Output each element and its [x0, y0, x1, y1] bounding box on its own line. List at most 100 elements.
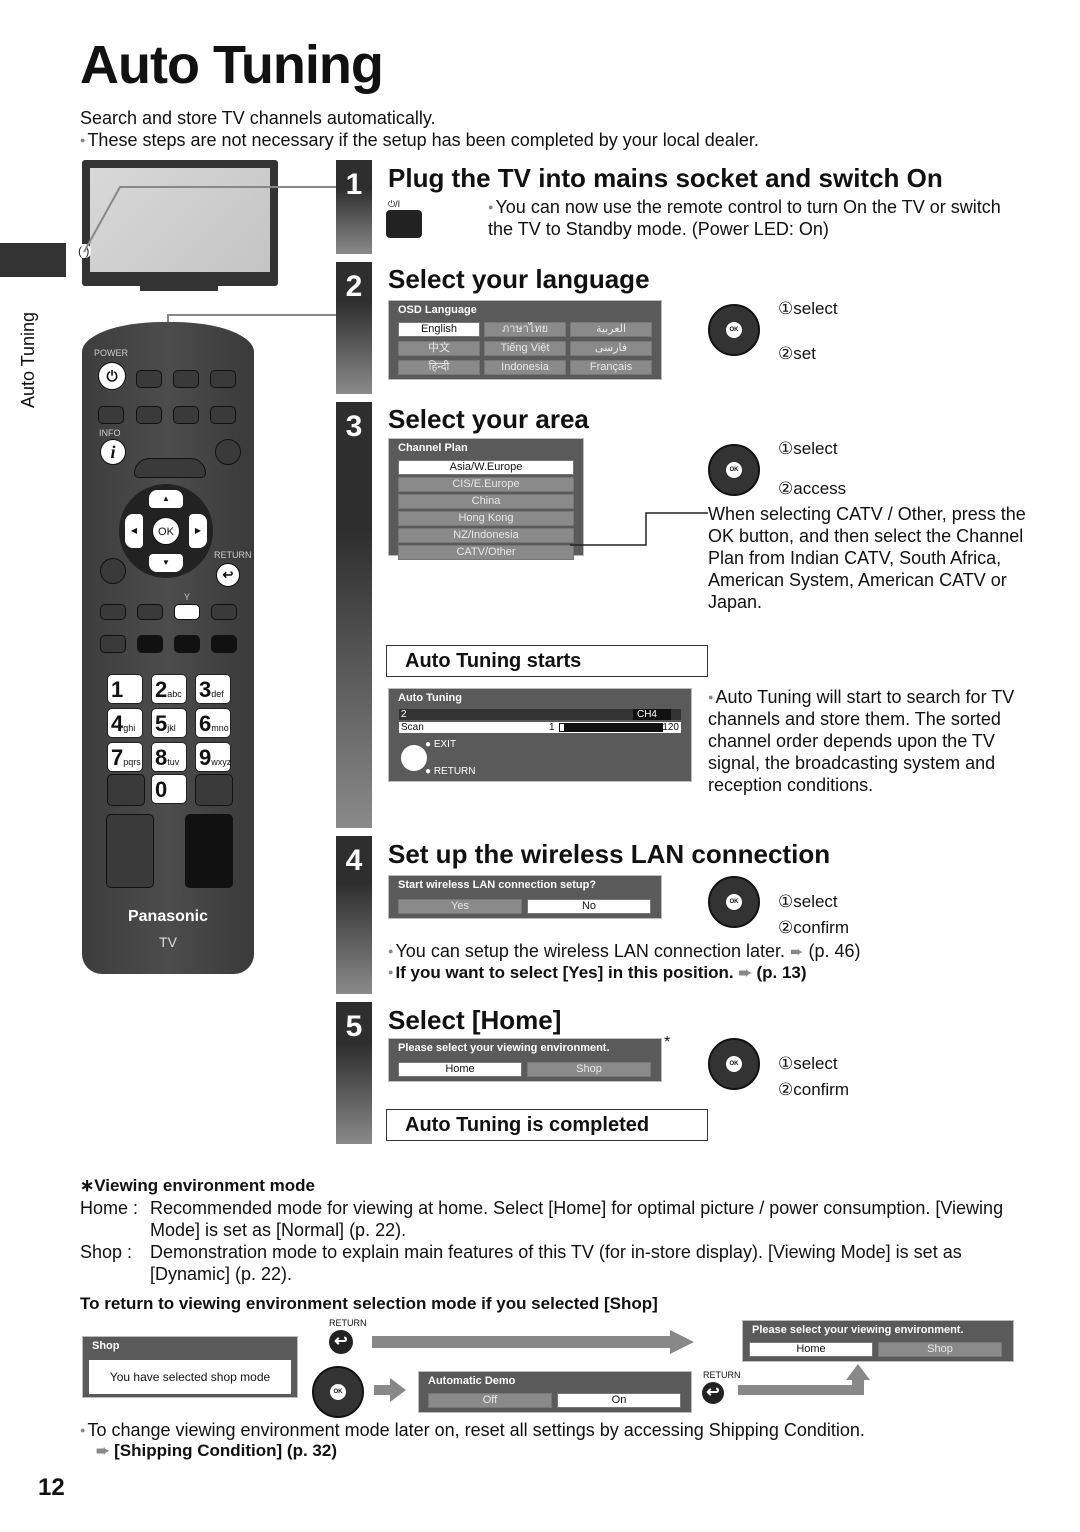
page-ref-46[interactable]: (p. 46) — [808, 941, 860, 961]
step-1-marker: 1 — [336, 160, 372, 254]
auto-tuning-note: Auto Tuning will start to search for TV … — [708, 686, 1028, 796]
channel-plan-option[interactable]: Hong Kong — [398, 511, 574, 526]
green-button[interactable] — [137, 604, 163, 620]
remote-button[interactable] — [173, 406, 199, 424]
scan-row: Scan 1 120 — [399, 722, 681, 733]
remote-button[interactable] — [195, 774, 233, 806]
catv-leader-line — [570, 512, 708, 546]
osd-title: Please select your viewing environment. — [398, 1042, 610, 1054]
shipping-condition-ref[interactable]: ➨ [Shipping Condition] (p. 32) — [96, 1441, 337, 1461]
channel-plan-option[interactable]: China — [398, 494, 574, 509]
key-6[interactable]: 6mno — [195, 708, 231, 738]
intro-text: Search and store TV channels automatical… — [80, 108, 436, 128]
remote-button[interactable] — [100, 558, 126, 584]
remote-button[interactable] — [210, 370, 236, 388]
return-button-icon: ↩ — [702, 1382, 724, 1404]
viewing-env-option[interactable]: Shop — [527, 1062, 651, 1077]
language-option[interactable]: Indonesia — [484, 360, 566, 375]
step-4-action-1: ①select — [778, 892, 838, 911]
osd-title: OSD Language — [398, 304, 477, 316]
remote-button[interactable] — [211, 635, 237, 653]
remote-button[interactable] — [137, 635, 163, 653]
viewing-env-option[interactable]: Shop — [878, 1342, 1002, 1357]
viewing-env-option[interactable]: Home — [398, 1062, 522, 1077]
dpad-up[interactable]: ▲ — [149, 490, 183, 508]
remote-button[interactable] — [215, 439, 241, 465]
step-4-heading: Set up the wireless LAN connection — [388, 839, 831, 869]
lan-setup-option[interactable]: Yes — [398, 899, 522, 914]
lan-yes-note: If you want to select [Yes] in this posi… — [388, 963, 806, 983]
lan-setup-option[interactable]: No — [527, 899, 651, 914]
viewing-env-select-osd: Please select your viewing environment. … — [742, 1320, 1014, 1362]
return-label: RETURN — [703, 1370, 741, 1380]
power-button-label: ⏻/I — [388, 199, 401, 209]
remote-model: TV — [159, 934, 177, 950]
key-1[interactable]: 1 — [107, 674, 143, 704]
auto-tuning-completed-label: Auto Tuning is completed — [386, 1109, 708, 1141]
page-ref-13[interactable]: (p. 13) — [756, 963, 806, 982]
remote-button[interactable] — [98, 406, 124, 424]
key-4[interactable]: 4ghi — [107, 708, 143, 738]
key-5[interactable]: 5jkl — [151, 708, 187, 738]
return-button[interactable]: ↩ — [216, 563, 240, 587]
language-option[interactable]: Tiếng Việt — [484, 341, 566, 356]
language-option[interactable]: فارسی — [570, 341, 652, 356]
blue-button[interactable] — [211, 604, 237, 620]
step-3-heading: Select your area — [388, 404, 589, 434]
step-2-heading: Select your language — [388, 264, 650, 294]
channel-plan-option[interactable]: CATV/Other — [398, 545, 574, 560]
language-option[interactable]: العربية — [570, 322, 652, 337]
dpad-right[interactable]: ▶ — [189, 514, 207, 548]
remote-button[interactable] — [107, 774, 145, 806]
lan-later-note: You can setup the wireless LAN connectio… — [388, 940, 860, 964]
channel-plan-option[interactable]: CIS/E.Europe — [398, 477, 574, 492]
channel-plan-option[interactable]: NZ/Indonesia — [398, 528, 574, 543]
demo-option[interactable]: Off — [428, 1393, 552, 1408]
flow-arrow-right-icon — [390, 1378, 406, 1402]
yellow-button[interactable] — [174, 604, 200, 620]
info-button[interactable]: i — [100, 439, 126, 465]
home-definition: Home : Recommended mode for viewing at ho… — [80, 1198, 1004, 1240]
remote-button[interactable] — [134, 458, 206, 478]
dpad-left[interactable]: ◀ — [125, 514, 143, 548]
step-3-action-2: ②access — [778, 479, 847, 498]
key-3[interactable]: 3def — [195, 674, 231, 704]
red-button[interactable] — [100, 604, 126, 620]
ok-button[interactable]: OK — [152, 517, 180, 545]
step-1-heading: Plug the TV into mains socket and switch… — [388, 163, 943, 193]
remote-button[interactable] — [100, 635, 126, 653]
key-2[interactable]: 2abc — [151, 674, 187, 704]
return-button-icon: ↩ — [329, 1330, 353, 1354]
remote-button[interactable] — [185, 814, 233, 888]
step-2-action-2: ②set — [778, 344, 816, 363]
key-9[interactable]: 9wxyz — [195, 742, 231, 772]
language-option[interactable]: ภาษาไทย — [484, 322, 566, 337]
step-2-marker: 2 — [336, 262, 372, 394]
remote-button[interactable] — [136, 370, 162, 388]
dpad-down[interactable]: ▼ — [149, 554, 183, 572]
channel-plan-option[interactable]: Asia/W.Europe — [398, 460, 574, 475]
shop-definition: Shop : Demonstration mode to explain main… — [80, 1242, 962, 1284]
key-0[interactable]: 0 — [151, 774, 187, 804]
step-5-heading: Select [Home] — [388, 1005, 562, 1035]
change-mode-note: To change viewing environment mode later… — [80, 1419, 864, 1441]
remote-button[interactable] — [106, 814, 154, 888]
language-option[interactable]: Français — [570, 360, 652, 375]
remote-button[interactable] — [210, 406, 236, 424]
language-option[interactable]: हिन्दी — [398, 360, 480, 375]
step-1-note: You can now use the remote control to tu… — [488, 196, 1028, 240]
viewing-env-option[interactable]: Home — [749, 1342, 873, 1357]
return-label: RETURN — [329, 1318, 367, 1328]
dpad-icon: OK — [708, 1038, 760, 1090]
remote-button[interactable] — [136, 406, 162, 424]
remote-button[interactable] — [174, 635, 200, 653]
viewing-env-heading: ∗Viewing environment mode — [80, 1176, 315, 1195]
language-option[interactable]: English — [398, 322, 480, 337]
key-8[interactable]: 8tuv — [151, 742, 187, 772]
auto-tuning-starts-label: Auto Tuning starts — [386, 645, 708, 677]
language-option[interactable]: 中文 — [398, 341, 480, 356]
demo-option[interactable]: On — [557, 1393, 681, 1408]
remote-button[interactable] — [173, 370, 199, 388]
key-7[interactable]: 7pqrs — [107, 742, 143, 772]
power-button[interactable]: ⏻ — [98, 362, 126, 390]
